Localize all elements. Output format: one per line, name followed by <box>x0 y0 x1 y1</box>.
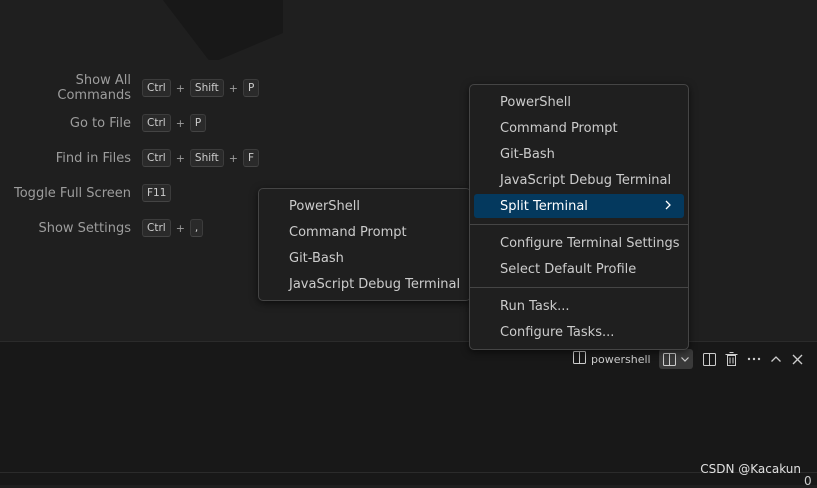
terminal-tab[interactable]: powershell <box>573 351 651 367</box>
menu-item-select-default-profile[interactable]: Select Default Profile <box>474 257 684 281</box>
launch-profile-combo[interactable] <box>658 348 693 370</box>
more-actions-icon[interactable] <box>743 348 765 370</box>
plus-separator: + <box>175 81 185 95</box>
keybinding-key: Ctrl <box>142 219 171 237</box>
menu-divider <box>470 224 688 225</box>
close-icon[interactable] <box>787 348 809 370</box>
menu-item-git-bash[interactable]: Git-Bash <box>474 142 684 166</box>
keybinding-key: Ctrl <box>142 149 171 167</box>
shortcut-toggle-full-screen: Toggle Full Screen F11 <box>0 181 172 205</box>
keybinding-key: Shift <box>189 79 224 97</box>
terminal-toolbar: powershell <box>573 348 809 370</box>
shortcut-label: Find in Files <box>55 150 131 166</box>
submenu-item-command-prompt[interactable]: Command Prompt <box>263 220 466 244</box>
keybinding-key: Ctrl <box>142 114 171 132</box>
submenu-item-javascript-debug-terminal[interactable]: JavaScript Debug Terminal <box>263 272 466 296</box>
chevron-right-icon <box>664 199 672 215</box>
submenu-item-git-bash[interactable]: Git-Bash <box>263 246 466 270</box>
split-terminal-submenu: PowerShell Command Prompt Git-Bash JavaS… <box>258 188 471 301</box>
menu-item-run-task[interactable]: Run Task... <box>474 294 684 318</box>
vscode-watermark-logo <box>140 0 283 60</box>
plus-separator: + <box>175 221 185 235</box>
shortcut-go-to-file: Go to File Ctrl + P <box>0 111 207 135</box>
shortcut-show-all-commands: Show All Commands Ctrl + Shift + P <box>0 73 260 103</box>
plus-separator: + <box>175 151 185 165</box>
chevron-down-icon[interactable] <box>679 348 691 370</box>
keybinding-key: , <box>189 219 204 237</box>
submenu-item-powershell[interactable]: PowerShell <box>263 194 466 218</box>
menu-item-split-terminal[interactable]: Split Terminal <box>474 194 684 218</box>
shortcut-label: Toggle Full Screen <box>14 185 131 201</box>
statusbar-glyph: 0 <box>804 474 812 488</box>
menu-item-configure-terminal-settings[interactable]: Configure Terminal Settings <box>474 231 684 255</box>
split-editor-icon[interactable] <box>699 348 721 370</box>
terminal-profiles-menu: PowerShell Command Prompt Git-Bash JavaS… <box>469 84 689 350</box>
shortcut-label: Go to File <box>69 115 131 131</box>
shortcut-find-in-files: Find in Files Ctrl + Shift + F <box>0 146 260 170</box>
keybinding-key: Shift <box>189 149 224 167</box>
menu-item-configure-tasks[interactable]: Configure Tasks... <box>474 320 684 344</box>
plus-separator: + <box>228 81 238 95</box>
statusbar <box>0 473 817 485</box>
shortcut-label: Show Settings <box>38 220 131 236</box>
keybinding-key: P <box>243 79 260 97</box>
shortcut-show-settings: Show Settings Ctrl + , <box>0 216 204 240</box>
keybinding-key: P <box>189 114 207 132</box>
trash-icon[interactable] <box>721 348 743 370</box>
keybinding-key: F <box>243 149 260 167</box>
split-terminal-icon[interactable] <box>661 348 679 370</box>
menu-divider <box>470 287 688 288</box>
plus-separator: + <box>175 116 185 130</box>
menu-item-javascript-debug-terminal[interactable]: JavaScript Debug Terminal <box>474 168 684 192</box>
chevron-up-icon[interactable] <box>765 348 787 370</box>
watermark-text: CSDN @Kacakun <box>700 462 801 476</box>
menu-item-powershell[interactable]: PowerShell <box>474 90 684 114</box>
keybinding-key: F11 <box>142 184 172 202</box>
split-terminal-label: Split Terminal <box>500 198 588 214</box>
shortcut-label: Show All Commands <box>57 73 131 103</box>
menu-item-command-prompt[interactable]: Command Prompt <box>474 116 684 140</box>
keybinding-key: Ctrl <box>142 79 171 97</box>
terminal-split-icon <box>573 351 586 367</box>
terminal-name: powershell <box>591 352 651 366</box>
plus-separator: + <box>228 151 238 165</box>
